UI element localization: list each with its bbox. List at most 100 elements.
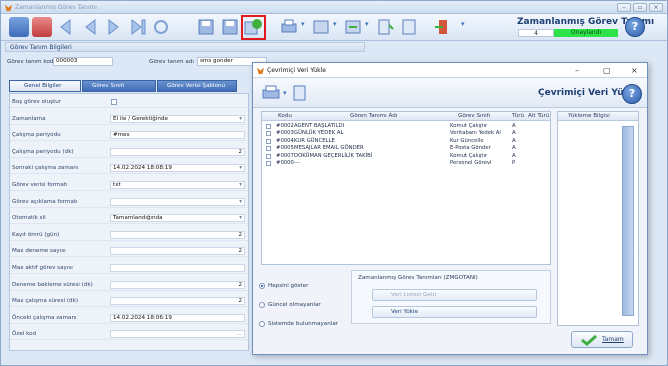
table-cell: #0004 [276, 137, 294, 144]
row-checkbox[interactable] [266, 138, 271, 144]
help-icon[interactable]: ? [625, 17, 645, 37]
table-row[interactable]: #0004 KUR GÜNCELLE Kur Güncelle A [262, 138, 550, 145]
tab-task-class[interactable]: Görev Sınıfı Bilgileri [82, 80, 156, 100]
form-label: Max aktif görev sayısı [12, 265, 73, 271]
form-field[interactable]: 14.02.2024 18:06:19 [110, 313, 245, 322]
radio-show-all[interactable]: Hepsini göster [259, 282, 349, 291]
exit-icon[interactable] [433, 17, 453, 37]
form-row: Görev açıklama formatı ▾ [10, 197, 248, 208]
maximize-icon[interactable]: ▫ [633, 3, 647, 12]
radio-outdated[interactable]: Güncel olmayanlar [259, 301, 349, 310]
print-dropdown-icon[interactable]: ▾ [301, 20, 305, 34]
export-icon[interactable] [311, 17, 331, 37]
dialog-attach-icon[interactable] [291, 84, 309, 102]
close-icon[interactable]: × [649, 3, 663, 12]
form-field[interactable]: … [110, 330, 245, 339]
last-record-icon[interactable] [128, 17, 148, 37]
dropdown-arrow-icon[interactable]: ▾ [239, 215, 242, 221]
import-icon[interactable] [343, 17, 363, 37]
form-field[interactable]: 2 [110, 280, 245, 289]
load-info-header: Yükleme Bilgisi [558, 112, 638, 121]
form-row: Önceki çalışma zamanı 14.02.2024 18:06:19 [10, 313, 248, 324]
col-name[interactable]: Gören Tanımı Adı [350, 113, 397, 119]
col-type[interactable]: Türü [512, 113, 524, 119]
form-value: 2 [238, 281, 242, 288]
next-icon[interactable] [80, 17, 100, 37]
grid-header: Kodu Gören Tanımı Adı Görev Sınıfı Türü … [262, 112, 550, 121]
dropdown-arrow-icon[interactable]: … [236, 331, 242, 337]
minimize-icon[interactable]: – [617, 3, 631, 12]
form-field[interactable]: txt ▾ [110, 181, 245, 189]
first-record-icon[interactable] [9, 17, 29, 37]
row-checkbox[interactable] [266, 131, 271, 137]
dialog-minimize-icon[interactable]: – [575, 66, 579, 75]
table-cell: KUR GÜNCELLE [294, 137, 335, 144]
form-value: El ile / Gerektiğinde [113, 115, 168, 122]
table-cell: Kur Güncelle [450, 137, 484, 144]
load-info-scrollbar[interactable] [622, 126, 634, 316]
form-field[interactable]: 2 [110, 297, 245, 306]
prev-icon[interactable] [56, 17, 76, 37]
radio-missing[interactable]: Sistemde bulunmayanlar [259, 320, 349, 329]
table-row[interactable]: #0007 DOKÜMAN GEÇERLİLİK TAKİBİ Komut Çalı… [262, 153, 550, 160]
dialog-print-icon[interactable] [261, 84, 281, 102]
dialog-print-dropdown-icon[interactable]: ▾ [283, 89, 287, 97]
form-field[interactable]: Tamamlandığında ▾ [110, 214, 245, 223]
table-cell: Komut Çalıştır [450, 123, 488, 129]
exit-dropdown-icon[interactable]: ▾ [461, 20, 465, 34]
dropdown-arrow-icon[interactable]: ▾ [239, 165, 242, 171]
dropdown-arrow-icon[interactable]: ▾ [239, 182, 242, 188]
row-checkbox[interactable] [266, 161, 271, 166]
table-cell: GÜNLÜK YEDEK AL [294, 130, 344, 137]
form-value: 2 [238, 298, 242, 305]
refresh-icon[interactable] [151, 17, 171, 37]
col-code[interactable]: Kodu [278, 113, 292, 119]
dropdown-arrow-icon[interactable]: ▾ [239, 199, 242, 205]
tab-general[interactable]: Genel Bilgiler [9, 80, 81, 92]
form-field[interactable]: ▾ [110, 197, 245, 206]
col-subtype[interactable]: Alt Türü [528, 113, 549, 119]
export-dropdown-icon[interactable]: ▾ [333, 20, 337, 34]
form-field[interactable]: #mes [110, 131, 245, 140]
attach2-icon[interactable] [399, 17, 419, 37]
form-field[interactable]: 2 [110, 247, 245, 256]
form-value: 2 [238, 148, 242, 155]
save-icon[interactable] [196, 17, 216, 37]
empty-task-checkbox[interactable] [111, 99, 117, 105]
form-field[interactable]: 14.02.2024 18:08:19 ▾ [110, 164, 245, 173]
col-class[interactable]: Görev Sınıfı [458, 113, 490, 119]
load-info-panel: Yükleme Bilgisi [557, 111, 639, 326]
row-checkbox[interactable] [266, 153, 271, 159]
save-as-icon[interactable] [220, 17, 240, 37]
attach-icon[interactable] [375, 17, 395, 37]
dialog-close-icon[interactable]: × [631, 66, 638, 75]
form-field[interactable]: 2 [110, 147, 245, 156]
table-row[interactable]: #0000 --- Personel Görevi P [262, 160, 550, 167]
fetch-list-button[interactable]: Veri Listesi Getir [372, 289, 537, 301]
table-row[interactable]: #0005 MESAJLAR EMAIL GÖNDER E-Posta Gönder… [262, 145, 550, 152]
table-cell: #0005 [276, 145, 294, 152]
row-checkbox[interactable] [266, 124, 271, 129]
form-field[interactable] [110, 264, 245, 272]
task-code-field[interactable]: 000003 [53, 57, 113, 66]
tab-data-template[interactable]: Görev Verisi Şablonu [157, 80, 237, 92]
next-record-icon[interactable] [104, 17, 124, 37]
form-value: 2 [238, 248, 242, 255]
form-row: Özel kod… [10, 329, 248, 341]
table-cell: AGENT BAŞLATILDI [294, 123, 345, 129]
form-field[interactable]: El ile / Gerektiğinde ▾ [110, 114, 245, 123]
table-row[interactable]: #0003 GÜNLÜK YEDEK AL Veritabanı Yedek Al A [262, 130, 550, 137]
form-field[interactable]: 2 [110, 230, 245, 239]
table-row[interactable]: #0002 AGENT BAŞLATILDI Komut Çalıştır A [262, 123, 550, 130]
dropdown-arrow-icon[interactable]: ▾ [239, 116, 242, 122]
dialog-maximize-icon[interactable]: ▢ [603, 66, 611, 75]
row-checkbox[interactable] [266, 146, 271, 152]
dialog-help-icon[interactable]: ? [622, 84, 642, 104]
prev-record-icon[interactable] [32, 17, 52, 37]
import-dropdown-icon[interactable]: ▾ [365, 20, 369, 34]
ok-button[interactable]: Tamam [571, 331, 633, 348]
print-icon[interactable] [279, 17, 299, 37]
table-cell: Personel Görevi [450, 160, 492, 166]
load-data-button[interactable]: Veri Yükle [372, 306, 537, 318]
load-data-icon[interactable] [243, 17, 263, 37]
